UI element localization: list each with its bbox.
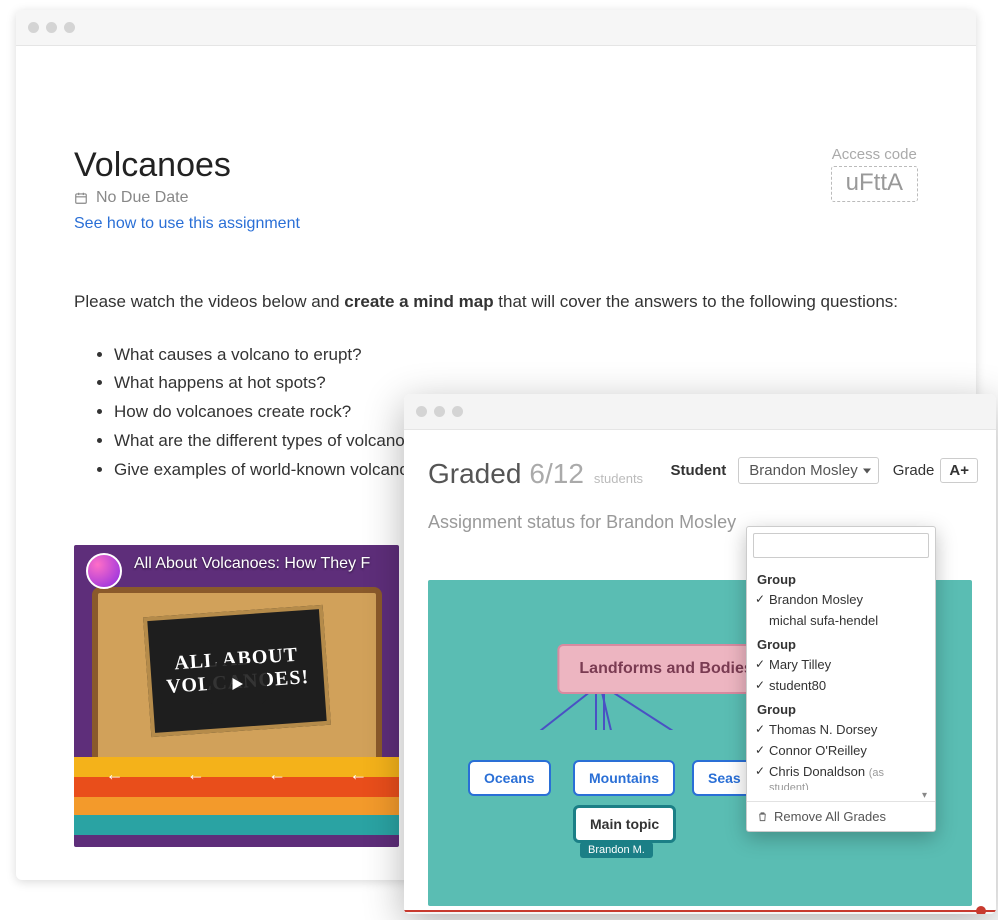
decor-stripe bbox=[74, 797, 399, 817]
dropdown-item[interactable]: Mary Tilley bbox=[747, 654, 935, 675]
access-code-label: Access code bbox=[831, 146, 918, 163]
mindmap-node-main[interactable]: Main topic bbox=[573, 805, 676, 843]
chevron-down-icon[interactable]: ▾ bbox=[747, 790, 935, 801]
window-close-dot[interactable] bbox=[416, 406, 427, 417]
mindmap-node-mountains[interactable]: Mountains bbox=[573, 760, 675, 796]
intro-post: that will cover the answers to the follo… bbox=[494, 292, 898, 311]
instructions-text: Please watch the videos below and create… bbox=[74, 289, 918, 315]
video-thumbnail[interactable]: ALL ABOUT VOLCANOES! ←←←← All About Volc… bbox=[74, 545, 399, 847]
timeline-handle[interactable] bbox=[976, 906, 986, 914]
window-max-dot[interactable] bbox=[64, 22, 75, 33]
dropdown-item[interactable]: student80 bbox=[747, 675, 935, 696]
timeline-track[interactable] bbox=[404, 910, 996, 912]
grade-value-badge[interactable]: A+ bbox=[940, 458, 978, 483]
titlebar bbox=[16, 10, 976, 46]
dropdown-item-name: Chris Donaldson bbox=[769, 764, 865, 779]
student-select-value: Brandon Mosley bbox=[749, 462, 857, 479]
dropdown-item[interactable]: Brandon Mosley bbox=[747, 589, 935, 610]
decor-stripe bbox=[74, 815, 399, 835]
decor-arrows: ←←←← bbox=[74, 764, 399, 785]
help-link[interactable]: See how to use this assignment bbox=[74, 215, 300, 233]
trash-icon bbox=[757, 810, 768, 823]
dropdown-group-header: Group bbox=[747, 631, 935, 654]
window-min-dot[interactable] bbox=[46, 22, 57, 33]
dropdown-group-header: Group bbox=[747, 696, 935, 719]
dropdown-item[interactable]: michal sufa-hendel bbox=[747, 610, 935, 631]
window-close-dot[interactable] bbox=[28, 22, 39, 33]
window-max-dot[interactable] bbox=[452, 406, 463, 417]
graded-label: Graded bbox=[428, 458, 521, 490]
due-date-text: No Due Date bbox=[96, 189, 189, 207]
graded-count: 6/12 bbox=[529, 458, 584, 490]
mindmap-node-oceans[interactable]: Oceans bbox=[468, 760, 551, 796]
play-icon bbox=[228, 675, 246, 693]
access-code-value: uFttA bbox=[831, 166, 918, 202]
window-min-dot[interactable] bbox=[434, 406, 445, 417]
access-code-card[interactable]: Access code uFttA bbox=[831, 146, 918, 202]
channel-badge-icon bbox=[86, 553, 122, 589]
student-filter-input[interactable] bbox=[753, 533, 929, 558]
remove-all-grades-button[interactable]: Remove All Grades bbox=[747, 801, 935, 831]
dropdown-item[interactable]: Chris Donaldson (as student) bbox=[747, 761, 935, 790]
grading-window: Graded 6/12 students Student Brandon Mos… bbox=[404, 394, 996, 914]
intro-bold: create a mind map bbox=[344, 292, 493, 311]
play-button[interactable] bbox=[207, 663, 267, 705]
video-title: All About Volcanoes: How They F bbox=[134, 555, 370, 573]
dropdown-group-header: Group bbox=[747, 566, 935, 589]
student-dropdown: Group Brandon Mosley michal sufa-hendel … bbox=[746, 526, 936, 832]
assignment-title: Volcanoes bbox=[74, 146, 300, 185]
history-playbar: 91 of 96 (2018-12-02) bbox=[404, 910, 996, 914]
calendar-icon bbox=[74, 191, 88, 205]
list-item: What causes a volcano to erupt? bbox=[114, 341, 918, 370]
dropdown-item[interactable]: Thomas N. Dorsey bbox=[747, 719, 935, 740]
student-label: Student bbox=[670, 462, 726, 479]
grade-label: Grade bbox=[893, 462, 935, 479]
student-select[interactable]: Brandon Mosley bbox=[738, 457, 878, 484]
chevron-down-icon bbox=[863, 468, 871, 473]
titlebar bbox=[404, 394, 996, 430]
intro-pre: Please watch the videos below and bbox=[74, 292, 344, 311]
mindmap-author-chip: Brandon M. bbox=[580, 842, 653, 858]
remove-all-grades-label: Remove All Grades bbox=[774, 809, 886, 824]
graded-students-suffix: students bbox=[594, 471, 643, 486]
dropdown-item[interactable]: Connor O'Reilley bbox=[747, 740, 935, 761]
